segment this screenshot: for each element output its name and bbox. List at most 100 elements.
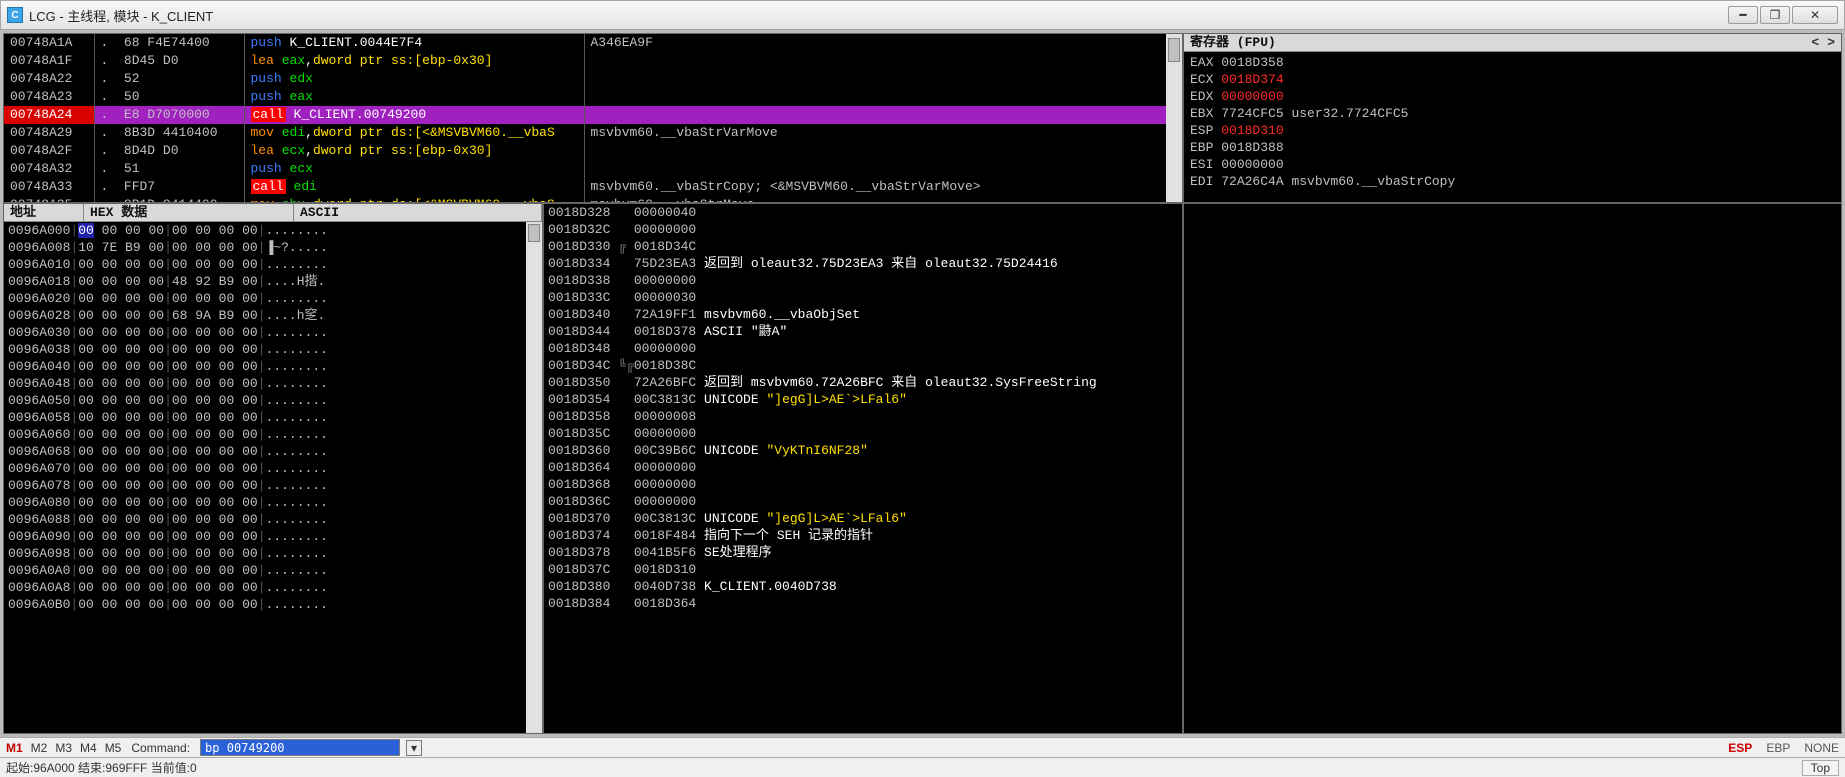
stack-row[interactable]: 0018D378 0041B5F6 SE处理程序 <box>548 544 1178 561</box>
stack-row[interactable]: 0018D334 75D23EA3 返回到 oleaut32.75D23EA3 … <box>548 255 1178 272</box>
disasm-scrollbar[interactable] <box>1166 34 1182 202</box>
memory-page-m4[interactable]: M4 <box>80 741 97 755</box>
dump-row[interactable]: 0096A088|00 00 00 00|00 00 00 00|.......… <box>8 511 538 528</box>
stack-row[interactable]: 0018D358 00000008 <box>548 408 1178 425</box>
stack-row[interactable]: 0018D32C 00000000 <box>548 221 1178 238</box>
dump-row[interactable]: 0096A070|00 00 00 00|00 00 00 00|.......… <box>8 460 538 477</box>
register-row[interactable]: EBP 0018D388 <box>1190 139 1835 156</box>
dump-row[interactable]: 0096A018|00 00 00 00|48 92 B9 00|....H揩. <box>8 273 538 290</box>
stack-panel[interactable]: 0018D328 00000040 0018D32C 00000000 0018… <box>543 203 1183 734</box>
disasm-row[interactable]: 00748A1F. 8D45 D0lea eax,dword ptr ss:[e… <box>4 52 1182 70</box>
register-row[interactable]: EDI 72A26C4A msvbvm60.__vbaStrCopy <box>1190 173 1835 190</box>
flag-none[interactable]: NONE <box>1804 741 1839 755</box>
stack-row[interactable]: 0018D350 72A26BFC 返回到 msvbvm60.72A26BFC … <box>548 374 1178 391</box>
stack-row[interactable]: 0018D328 00000040 <box>548 204 1178 221</box>
disasm-row[interactable]: 00748A22. 52push edx <box>4 70 1182 88</box>
memory-page-m5[interactable]: M5 <box>105 741 122 755</box>
dump-row[interactable]: 0096A050|00 00 00 00|00 00 00 00|.......… <box>8 392 538 409</box>
dump-row[interactable]: 0096A010|00 00 00 00|00 00 00 00|.......… <box>8 256 538 273</box>
window-buttons: ━ ❐ ✕ <box>1728 6 1838 24</box>
stack-row[interactable]: 0018D364 00000000 <box>548 459 1178 476</box>
stack-row[interactable]: 0018D340 72A19FF1 msvbvm60.__vbaObjSet <box>548 306 1178 323</box>
cpu-flag-indicators: ESP EBP NONE <box>1728 741 1839 755</box>
dump-row[interactable]: 0096A0A0|00 00 00 00|00 00 00 00|.......… <box>8 562 538 579</box>
dump-row[interactable]: 0096A038|00 00 00 00|00 00 00 00|.......… <box>8 341 538 358</box>
disasm-row[interactable]: 00748A35. 8B1D 9414400mov ebx,dword ptr … <box>4 196 1182 203</box>
memory-dump-panel[interactable]: 地址 HEX 数据 ASCII 0096A000|00 00 00 00|00 … <box>3 203 543 734</box>
stack-row[interactable]: 0018D344 0018D378 ASCII "鼭A" <box>548 323 1178 340</box>
dump-row[interactable]: 0096A030|00 00 00 00|00 00 00 00|.......… <box>8 324 538 341</box>
status-bar: 起始:96A000 结束:969FFF 当前值:0 Top <box>0 757 1845 777</box>
close-button[interactable]: ✕ <box>1792 6 1838 24</box>
register-row[interactable]: EDX 00000000 <box>1190 88 1835 105</box>
top-button[interactable]: Top <box>1802 760 1839 776</box>
register-row[interactable]: ESP 0018D310 <box>1190 122 1835 139</box>
dump-row[interactable]: 0096A048|00 00 00 00|00 00 00 00|.......… <box>8 375 538 392</box>
maximize-button[interactable]: ❐ <box>1760 6 1790 24</box>
dump-row[interactable]: 0096A028|00 00 00 00|68 9A B9 00|....h窆. <box>8 307 538 324</box>
register-row[interactable]: EBX 7724CFC5 user32.7724CFC5 <box>1190 105 1835 122</box>
dump-row[interactable]: 0096A068|00 00 00 00|00 00 00 00|.......… <box>8 443 538 460</box>
register-row[interactable]: EAX 0018D358 <box>1190 54 1835 71</box>
dump-row[interactable]: 0096A000|00 00 00 00|00 00 00 00|.......… <box>8 222 538 239</box>
stack-row[interactable]: 0018D35C 00000000 <box>548 425 1178 442</box>
dump-row[interactable]: 0096A0B0|00 00 00 00|00 00 00 00|.......… <box>8 596 538 613</box>
stack-row[interactable]: 0018D330 ╔ 0018D34C <box>548 238 1178 255</box>
stack-row[interactable]: 0018D374 0018F484 指向下一个 SEH 记录的指针 <box>548 527 1178 544</box>
dump-hdr-ascii: ASCII <box>294 204 542 221</box>
registers-header: 寄存器 (FPU) < > <box>1184 34 1841 52</box>
dump-row[interactable]: 0096A080|00 00 00 00|00 00 00 00|.......… <box>8 494 538 511</box>
stack-row[interactable]: 0018D33C 00000030 <box>548 289 1178 306</box>
stack-row[interactable]: 0018D384 0018D364 <box>548 595 1178 612</box>
window-title: LCG - 主线程, 模块 - K_CLIENT <box>29 6 213 25</box>
dump-row[interactable]: 0096A058|00 00 00 00|00 00 00 00|.......… <box>8 409 538 426</box>
stack-row[interactable]: 0018D360 00C39B6C UNICODE "VyKTnI6NF28" <box>548 442 1178 459</box>
dump-row[interactable]: 0096A098|00 00 00 00|00 00 00 00|.......… <box>8 545 538 562</box>
disasm-row[interactable]: 00748A2F. 8D4D D0lea ecx,dword ptr ss:[e… <box>4 142 1182 160</box>
dump-row[interactable]: 0096A020|00 00 00 00|00 00 00 00|.......… <box>8 290 538 307</box>
register-row[interactable]: ECX 0018D374 <box>1190 71 1835 88</box>
dump-row[interactable]: 0096A0A8|00 00 00 00|00 00 00 00|.......… <box>8 579 538 596</box>
dump-hdr-hex: HEX 数据 <box>84 204 294 221</box>
stack-row[interactable]: 0018D37C 0018D310 <box>548 561 1178 578</box>
flag-esp[interactable]: ESP <box>1728 741 1752 755</box>
dump-row[interactable]: 0096A060|00 00 00 00|00 00 00 00|.......… <box>8 426 538 443</box>
disasm-row[interactable]: 00748A24. E8 D7070000call K_CLIENT.00749… <box>4 106 1182 124</box>
command-dropdown-icon[interactable]: ▾ <box>406 740 422 756</box>
registers-panel[interactable]: 寄存器 (FPU) < > EAX 0018D358 ECX 0018D374 … <box>1183 33 1842 203</box>
stack-row[interactable]: 0018D368 00000000 <box>548 476 1178 493</box>
stack-row[interactable]: 0018D370 00C3813C UNICODE "]egG]L>AE`>LF… <box>548 510 1178 527</box>
memory-page-m3[interactable]: M3 <box>55 741 72 755</box>
dump-row[interactable]: 0096A008|10 7E B9 00|00 00 00 00|▐~?....… <box>8 239 538 256</box>
dump-row[interactable]: 0096A040|00 00 00 00|00 00 00 00|.......… <box>8 358 538 375</box>
stack-row[interactable]: 0018D34C ╚╔0018D38C <box>548 357 1178 374</box>
dump-scrollbar[interactable] <box>526 222 542 733</box>
command-bar: M1M2M3M4M5 Command: ▾ ESPEBPNONE <box>0 737 1845 757</box>
memory-page-m1[interactable]: M1 <box>6 741 23 755</box>
memory-page-m2[interactable]: M2 <box>31 741 48 755</box>
extra-panel <box>1183 203 1842 734</box>
disasm-row[interactable]: 00748A1A. 68 F4E74400push K_CLIENT.0044E… <box>4 34 1182 52</box>
disasm-row[interactable]: 00748A29. 8B3D 4410400mov edi,dword ptr … <box>4 124 1182 142</box>
minimize-button[interactable]: ━ <box>1728 6 1758 24</box>
stack-row[interactable]: 0018D354 00C3813C UNICODE "]egG]L>AE`>LF… <box>548 391 1178 408</box>
registers-title: 寄存器 (FPU) <box>1190 34 1276 52</box>
dump-header: 地址 HEX 数据 ASCII <box>4 204 542 222</box>
dump-row[interactable]: 0096A078|00 00 00 00|00 00 00 00|.......… <box>8 477 538 494</box>
stack-row[interactable]: 0018D338 00000000 <box>548 272 1178 289</box>
stack-row[interactable]: 0018D36C 00000000 <box>548 493 1178 510</box>
dump-row[interactable]: 0096A090|00 00 00 00|00 00 00 00|.......… <box>8 528 538 545</box>
disasm-row[interactable]: 00748A23. 50push eax <box>4 88 1182 106</box>
regs-next-icon[interactable]: > <box>1827 34 1835 52</box>
disasm-row[interactable]: 00748A32. 51push ecx <box>4 160 1182 178</box>
stack-row[interactable]: 0018D380 0040D738 K_CLIENT.0040D738 <box>548 578 1178 595</box>
command-input[interactable] <box>200 739 400 756</box>
stack-row[interactable]: 0018D348 00000000 <box>548 340 1178 357</box>
dump-hdr-addr: 地址 <box>4 204 84 221</box>
register-row[interactable]: ESI 00000000 <box>1190 156 1835 173</box>
flag-ebp[interactable]: EBP <box>1766 741 1790 755</box>
regs-prev-icon[interactable]: < <box>1811 34 1819 52</box>
disasm-row[interactable]: 00748A33. FFD7call edimsvbvm60.__vbaStrC… <box>4 178 1182 196</box>
disassembly-panel[interactable]: 00748A1A. 68 F4E74400push K_CLIENT.0044E… <box>3 33 1183 203</box>
status-text: 起始:96A000 结束:969FFF 当前值:0 <box>6 759 197 776</box>
